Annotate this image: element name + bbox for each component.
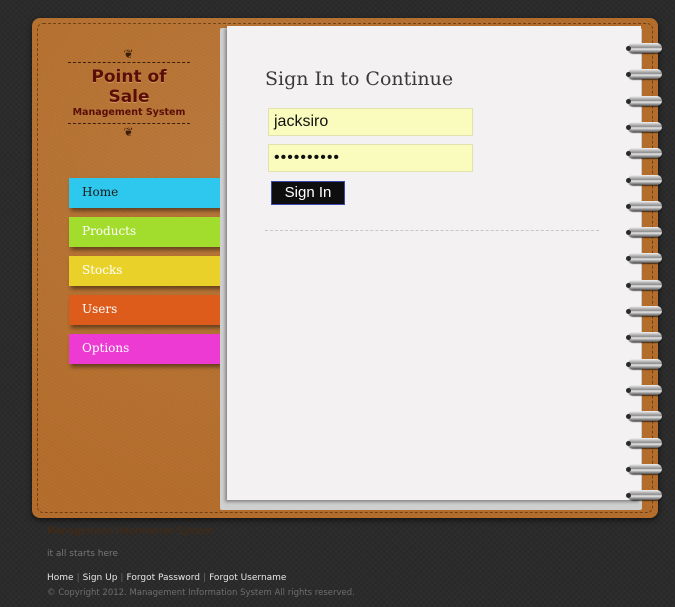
spiral-ring-icon: [626, 95, 662, 106]
spiral-ring-icon: [626, 358, 662, 369]
spiral-ring-icon: [626, 437, 662, 448]
spiral-ring-icon: [626, 332, 662, 343]
footer-link-sign-up[interactable]: Sign Up: [83, 573, 118, 583]
spiral-ring-icon: [626, 43, 662, 53]
spiral-ring-icon: [626, 384, 662, 395]
footer-tagline: it all starts here: [47, 549, 119, 559]
form-divider: [265, 230, 599, 231]
footer-links: Home | Sign Up | Forgot Password | Forgot User…: [47, 573, 286, 583]
notebook: ❦ Point of Sale Management System ❦ Home…: [32, 18, 662, 518]
ornament-bottom-icon: ❦: [123, 125, 135, 139]
spiral-ring-icon: [626, 411, 662, 422]
spiral-ring-icon: [626, 200, 662, 211]
footer-separator: |: [76, 573, 80, 583]
nav-tab-stocks[interactable]: Stocks: [69, 256, 222, 286]
spiral-ring-icon: [626, 148, 662, 159]
nav-tab-products[interactable]: Products: [69, 217, 224, 247]
logo-title: Point of Sale: [91, 67, 167, 107]
sign-in-button[interactable]: Sign In: [271, 181, 345, 205]
nav-tab-options[interactable]: Options: [69, 334, 220, 364]
logo-subtitle: Management System: [72, 107, 186, 118]
spiral-ring-icon: [626, 490, 662, 501]
side-nav: Home Products Stocks Users Options: [69, 178, 225, 373]
spiral-ring-icon: [626, 227, 662, 238]
spiral-ring-icon: [626, 174, 662, 185]
ornament-top-icon: ❦: [123, 47, 135, 61]
spiral-ring-icon: [626, 253, 662, 264]
spiral-ring-icon: [626, 69, 662, 80]
app-logo: ❦ Point of Sale Management System ❦: [68, 48, 190, 138]
footer-link-forgot-password[interactable]: Forgot Password: [126, 573, 200, 583]
sign-in-page: Sign In to Continue jacksiro •••••••••• …: [227, 26, 641, 500]
nav-tab-home[interactable]: Home: [69, 178, 225, 208]
footer-copyright: © Copyright 2012. Management Information…: [47, 588, 355, 598]
nav-tab-users[interactable]: Users: [69, 295, 221, 325]
spiral-ring-icon: [626, 463, 662, 474]
ornament-divider: [68, 123, 190, 124]
password-input[interactable]: ••••••••••: [268, 144, 473, 172]
footer-brand: Management Information System: [47, 526, 215, 537]
username-input[interactable]: jacksiro: [268, 108, 473, 136]
spiral-ring-icon: [626, 279, 662, 290]
spiral-ring-icon: [626, 306, 662, 316]
footer-separator: |: [203, 573, 207, 583]
ornament-divider: [68, 62, 190, 63]
footer-link-home[interactable]: Home: [47, 573, 74, 583]
form-title: Sign In to Continue: [265, 68, 454, 90]
spiral-ring-icon: [626, 121, 662, 132]
footer-separator: |: [120, 573, 124, 583]
footer-link-forgot-username[interactable]: Forgot Username: [209, 573, 286, 583]
